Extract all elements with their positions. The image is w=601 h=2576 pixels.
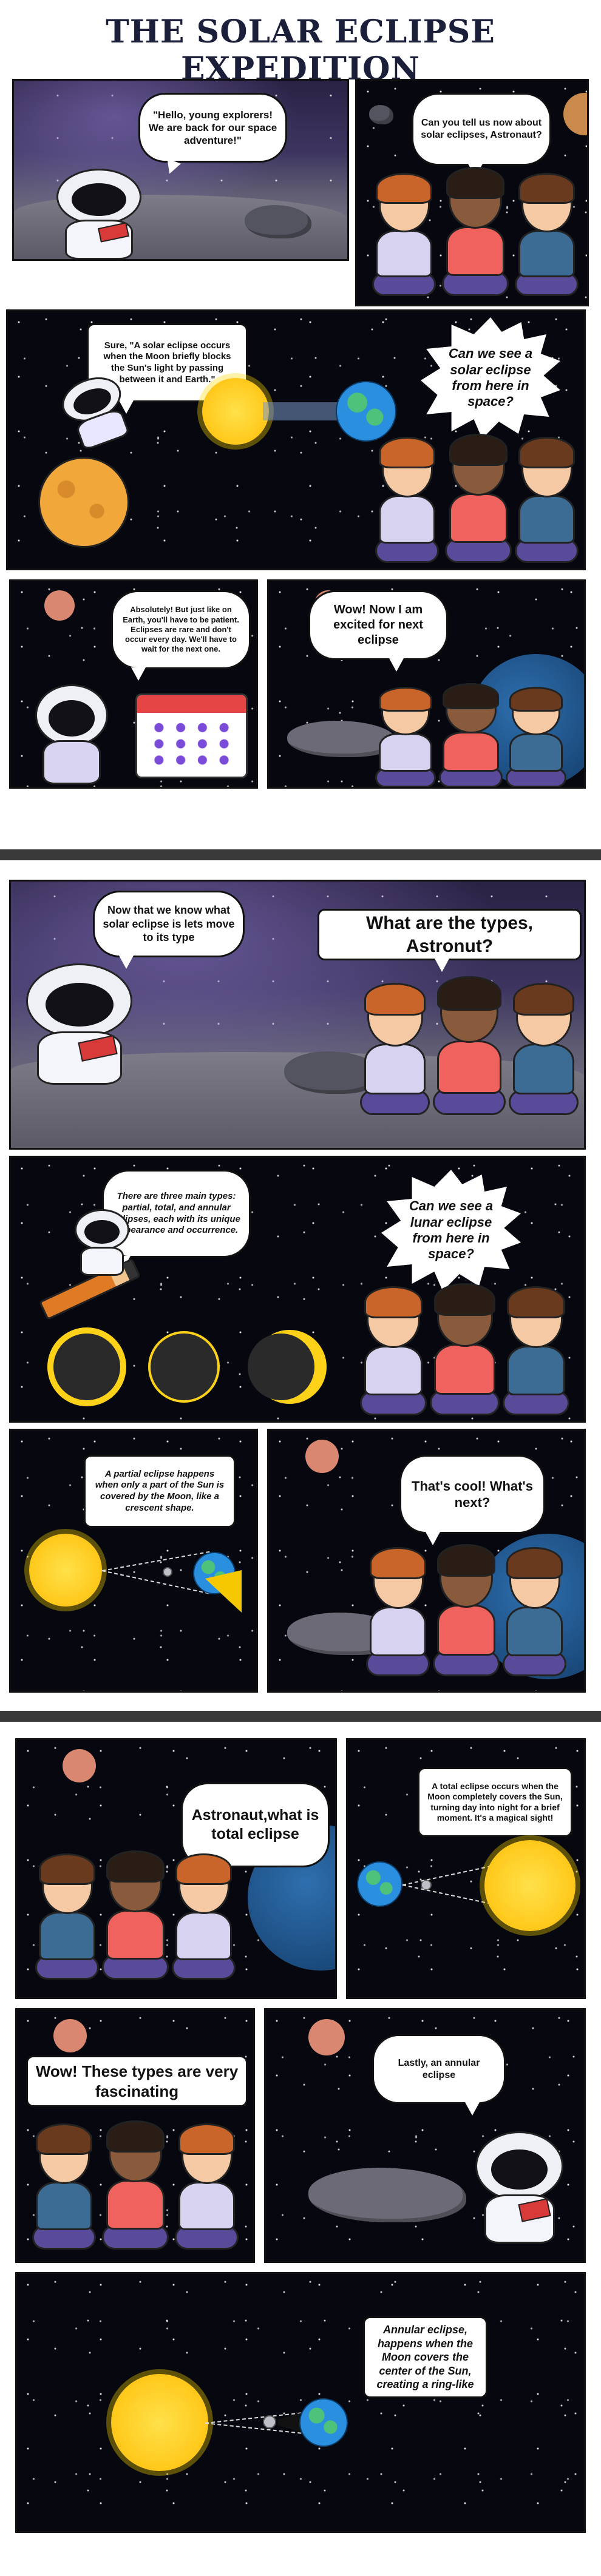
section-divider [0,849,601,860]
speech-text: Can we see a lunar eclipse from here in … [409,1198,494,1262]
comic-panel-9: That's cool! What's next? [267,1429,586,1693]
kid-character [433,1543,500,1676]
earth [299,2398,348,2447]
speech-text: Annular eclipse, happens when the Moon c… [376,2324,474,2391]
kid-character [102,1850,169,1980]
earth [336,381,396,442]
kid-character [360,982,430,1115]
kid-character [509,982,579,1115]
moon-planet [38,457,129,548]
kid-character [375,437,439,563]
section-divider [0,1711,601,1722]
kid-character [433,976,506,1115]
speech-text: Lastly, an annular eclipse [398,2057,480,2080]
comic-panel-8: A partial eclipse happens when only a pa… [9,1429,258,1693]
kid-character [375,686,436,787]
comic-panel-10: Astronaut,what is total eclipse [15,1738,337,1999]
sun [202,378,269,445]
astronaut [56,169,141,259]
speech-text: Can we see a solar eclipse from here in … [448,346,533,410]
planet [53,2019,87,2052]
kid-character [503,1546,566,1676]
eclipse-annular [248,1334,314,1400]
speech-bubble: Lastly, an annular eclipse [372,2034,506,2116]
astronaut [26,963,132,1085]
comic-panel-2: Can you tell us now about solar eclipses… [355,79,589,306]
planet [63,1749,96,1782]
speech-bubble: "Hello, young explorers! We are back for… [138,93,287,177]
speech-text: A partial eclipse happens when only a pa… [95,1468,225,1513]
speech-text: Absolutely! But just like on Earth, you'… [123,605,239,654]
kid-character [515,437,579,563]
speech-bubble: Now that we know what solar eclipse is l… [93,891,245,969]
speech-bubble: Annular eclipse, happens when the Moon c… [363,2316,487,2398]
speech-bubble: Wow! Now I am excited for next eclipse [308,590,448,672]
speech-text: Can you tell us now about solar eclipses… [421,118,542,140]
comic-panel-6: Now that we know what solar eclipse is l… [9,880,586,1150]
astronaut [475,2131,563,2244]
comic-panel-13: Lastly, an annular eclipse [264,2008,586,2263]
speech-text: Wow! These types are very fascinating [35,2062,239,2100]
speech-text: "Hello, young explorers! We are back for… [148,109,277,147]
kid-character [366,1546,430,1676]
speech-text: That's cool! What's next? [412,1478,533,1511]
kid-character [506,686,566,787]
speech-text: Now that we know what solar eclipse is l… [103,904,235,944]
speech-bubble: A partial eclipse happens when only a pa… [84,1455,236,1528]
kid-character [445,433,512,563]
speech-bubble: Can you tell us now about solar eclipses… [412,93,551,177]
comic-panel-1: "Hello, young explorers! We are back for… [12,79,349,261]
moon [263,2415,276,2429]
page-title: THE SOLAR ECLIPSE EXPEDITION [106,13,495,87]
speech-text: Sure, "A solar eclipse occurs when the M… [103,340,231,385]
speech-text: Wow! Now I am excited for next eclipse [333,603,423,647]
speech-text: Astronaut,what is total eclipse [191,1806,319,1843]
speech-text: A total eclipse occurs when the Moon com… [427,1781,563,1823]
eclipse-total [151,1334,217,1400]
speech-bubble: That's cool! What's next? [399,1455,545,1545]
sun [111,2374,208,2471]
kid-character [442,166,509,296]
speech-text: There are three main types: partial, tot… [112,1191,240,1236]
speech-bubble: What are the types, Astronut? [317,909,582,972]
kid-character [372,173,436,296]
rock [308,2168,466,2222]
planet [305,1440,339,1473]
kid-character [172,1853,236,1980]
kid-character [175,2123,239,2250]
kid-character [439,683,503,787]
kid-character [360,1286,427,1415]
speech-bubble: Absolutely! But just like on Earth, you'… [111,590,251,681]
calendar [135,693,248,778]
kid-character [102,2120,169,2250]
planet [563,93,587,135]
comic-panel-5: Wow! Now I am excited for next eclipse [267,579,586,789]
kid-character [503,1286,569,1415]
comic-panel-14: Annular eclipse, happens when the Moon c… [15,2272,586,2533]
eclipse-partial [53,1334,120,1400]
comic-panel-12: Wow! These types are very fascinating [15,2008,255,2263]
moon [163,1567,172,1577]
kid-character [430,1283,500,1415]
speech-bubble: Wow! These types are very fascinating [26,2055,248,2107]
comic-panel-11: A total eclipse occurs when the Moon com… [346,1738,586,1999]
kid-character [35,1853,99,1980]
sun [29,1534,102,1607]
asteroid [369,105,393,124]
sun [484,1840,576,1931]
speech-text: What are the types, Astronut? [365,913,534,956]
comic-panel-4: Absolutely! But just like on Earth, you'… [9,579,258,789]
kid-character [32,2123,96,2250]
astronaut [35,684,108,784]
kid-character [515,173,579,296]
astronaut [75,1209,129,1276]
speech-burst: Can we see a solar eclipse from here in … [421,317,560,439]
earth [357,1861,402,1907]
planet [44,590,75,621]
planet [308,2019,345,2055]
speech-bubble: A total eclipse occurs when the Moon com… [418,1767,572,1837]
comic-panel-3: Sure, "A solar eclipse occurs when the M… [6,309,586,570]
speech-burst: Can we see a lunar eclipse from here in … [381,1170,521,1291]
comic-panel-7: There are three main types: partial, tot… [9,1156,586,1423]
